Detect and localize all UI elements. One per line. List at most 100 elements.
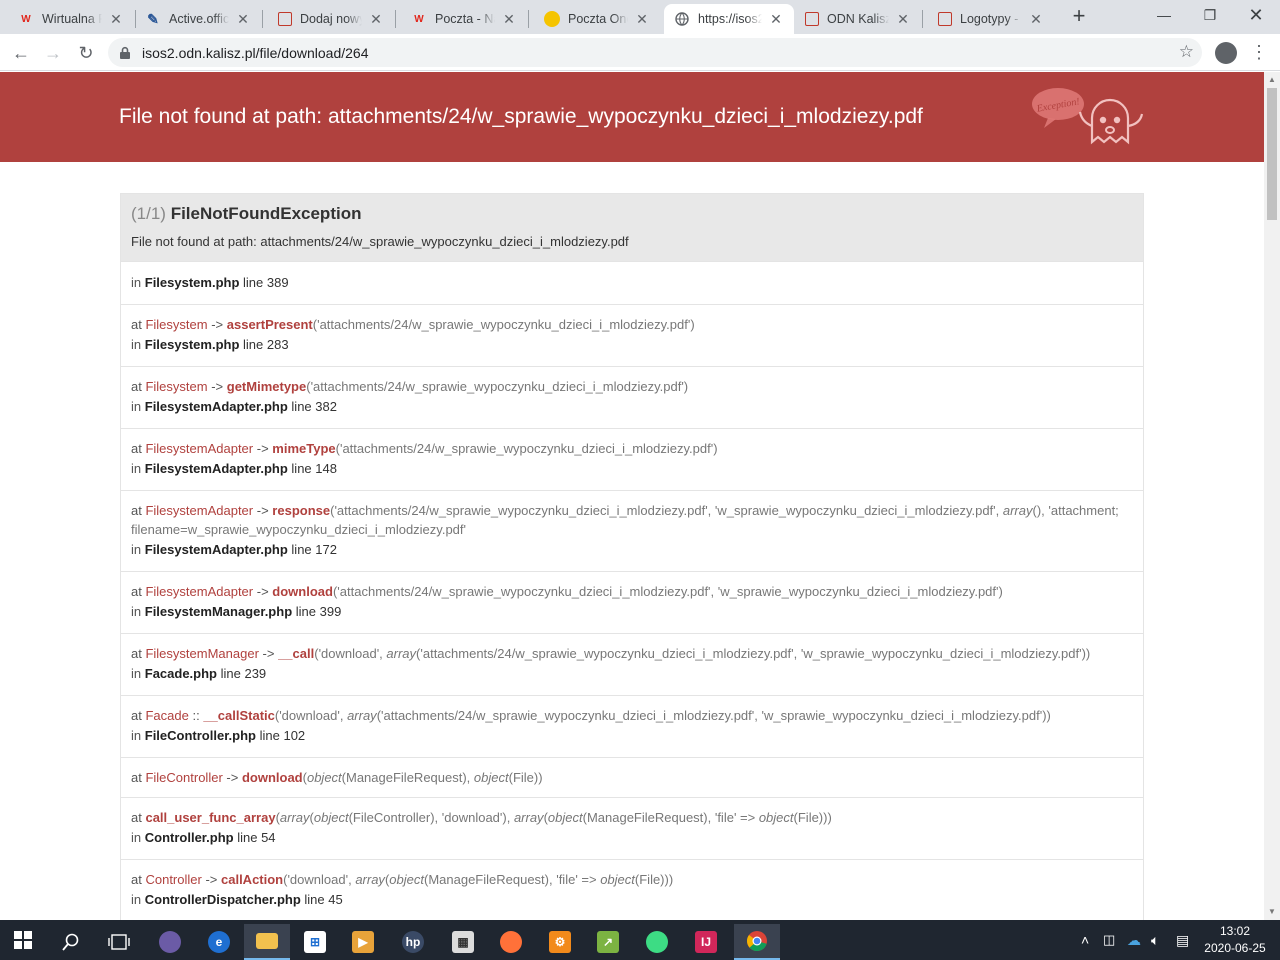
spreadsheet-app-icon[interactable]: ↗	[585, 924, 631, 960]
file-explorer-icon[interactable]	[244, 924, 290, 960]
scroll-down-icon[interactable]: ▼	[1267, 907, 1277, 917]
hp-icon[interactable]: hp	[390, 924, 436, 960]
tab-close-icon[interactable]: ✕	[235, 11, 251, 27]
browser-tab[interactable]: Poczta Onet ✕	[534, 4, 660, 34]
frame-args: (array(object(FileController), 'download…	[275, 810, 832, 825]
show-hidden-icons-icon[interactable]: ˄	[1081, 920, 1089, 960]
address-bar[interactable]: isos2.odn.kalisz.pl/file/download/264 ☆	[108, 38, 1202, 67]
browser-tab[interactable]: Logotypy - M ✕	[928, 4, 1054, 34]
frame-separator: ->	[205, 872, 218, 887]
frame-class[interactable]: Controller	[145, 872, 201, 887]
frame-class[interactable]: Filesystem	[145, 379, 207, 394]
tab-close-icon[interactable]: ✕	[108, 11, 124, 27]
tab-separator	[262, 10, 263, 28]
browser-tab[interactable]: W Wirtualna Po ✕	[8, 4, 134, 34]
profile-avatar-icon[interactable]	[1215, 42, 1237, 64]
browser-tab[interactable]: ✎ Active.office ✕	[135, 4, 261, 34]
chrome-icon[interactable]	[734, 924, 780, 960]
frame-function[interactable]: assertPresent	[227, 317, 313, 332]
hyper-terminal-icon[interactable]	[147, 924, 193, 960]
frame-file[interactable]: FilesystemAdapter.php	[145, 399, 288, 414]
edge-browser-icon[interactable]: e	[196, 924, 242, 960]
tab-title: https://isos2	[698, 12, 762, 26]
at-label: at	[131, 770, 142, 785]
url-text[interactable]: isos2.odn.kalisz.pl/file/download/264	[142, 45, 368, 61]
network-icon[interactable]: ◫	[1103, 920, 1115, 960]
windows-taskbar: e ⊞ ▶ hp ▦ ⚙ ↗ IJ ˄ ◫ ☁ 🔈︎ ▤ 13:02 2020-…	[0, 920, 1280, 960]
frame-args: ('attachments/24/w_sprawie_wypoczynku_dz…	[306, 379, 689, 394]
taskbar-clock[interactable]: 13:02 2020-06-25	[1200, 923, 1270, 957]
tab-close-icon[interactable]: ✕	[634, 11, 650, 27]
browser-tab[interactable]: W Poczta - Naj ✕	[401, 4, 527, 34]
task-view-icon[interactable]	[96, 924, 142, 960]
frame-function[interactable]: call_user_func_array	[145, 810, 275, 825]
in-label: in	[131, 337, 142, 352]
at-label: at	[131, 646, 142, 661]
scrollbar-thumb[interactable]	[1267, 88, 1277, 220]
restore-button[interactable]: ❐	[1187, 0, 1233, 30]
frame-file[interactable]: Controller.php	[145, 830, 234, 845]
frame-function[interactable]: getMimetype	[227, 379, 306, 394]
frame-call: at FilesystemAdapter -> download('attach…	[131, 582, 1133, 601]
lock-icon[interactable]	[118, 46, 132, 60]
action-center-icon[interactable]: ▤	[1176, 920, 1189, 960]
search-icon[interactable]	[48, 924, 94, 960]
tab-separator	[922, 10, 923, 28]
frame-class[interactable]: FilesystemManager	[145, 646, 258, 661]
frame-function[interactable]: mimeType	[272, 441, 335, 456]
media-player-icon[interactable]: ▶	[340, 924, 386, 960]
settings-gear-icon[interactable]: ⚙	[537, 924, 583, 960]
start-windows-icon[interactable]	[0, 922, 46, 958]
frame-file[interactable]: FileController.php	[145, 728, 256, 743]
frame-function[interactable]: __call	[278, 646, 314, 661]
tab-close-icon[interactable]: ✕	[768, 11, 784, 27]
browser-tab[interactable]: Dodaj nowy ✕	[268, 4, 394, 34]
frame-file[interactable]: FilesystemAdapter.php	[145, 542, 288, 557]
frame-function[interactable]: __callStatic	[203, 708, 275, 723]
minimize-button[interactable]: —	[1141, 0, 1187, 30]
tab-separator	[395, 10, 396, 28]
frame-file[interactable]: Filesystem.php	[145, 337, 240, 352]
frame-class[interactable]: FilesystemAdapter	[145, 584, 253, 599]
frame-class[interactable]: FileController	[145, 770, 222, 785]
frame-class[interactable]: Facade	[145, 708, 188, 723]
frame-function[interactable]: download	[242, 770, 303, 785]
frame-class[interactable]: FilesystemAdapter	[145, 441, 253, 456]
menu-kebab-icon[interactable]: ⋮	[1250, 40, 1268, 64]
frame-class[interactable]: FilesystemAdapter	[145, 503, 253, 518]
tab-close-icon[interactable]: ✕	[368, 11, 384, 27]
frame-line: line 239	[220, 666, 267, 681]
store-icon[interactable]: ⊞	[292, 924, 338, 960]
frame-file[interactable]: Facade.php	[145, 666, 217, 681]
browser-tab[interactable]: ODN Kalisz - ✕	[795, 4, 921, 34]
tab-close-icon[interactable]: ✕	[895, 11, 911, 27]
frame-function[interactable]: callAction	[221, 872, 283, 887]
volume-icon[interactable]: 🔈︎	[1151, 920, 1159, 960]
onedrive-cloud-icon[interactable]: ☁	[1127, 920, 1141, 960]
frame-function[interactable]: response	[272, 503, 330, 518]
tab-title: Poczta Onet	[568, 12, 628, 26]
frame-file[interactable]: FilesystemAdapter.php	[145, 461, 288, 476]
tab-close-icon[interactable]: ✕	[501, 11, 517, 27]
vertical-scrollbar[interactable]: ▲ ▼	[1264, 72, 1280, 920]
android-studio-icon[interactable]	[634, 924, 680, 960]
calculator-icon[interactable]: ▦	[440, 924, 486, 960]
back-button[interactable]: ←	[8, 40, 34, 66]
frame-file[interactable]: Filesystem.php	[145, 275, 240, 290]
frame-class[interactable]: Filesystem	[145, 317, 207, 332]
page-viewport: File not found at path: attachments/24/w…	[0, 72, 1264, 920]
frame-file[interactable]: ControllerDispatcher.php	[145, 892, 301, 907]
forward-button[interactable]: →	[40, 40, 66, 66]
intellij-icon[interactable]: IJ	[683, 924, 729, 960]
frame-file[interactable]: FilesystemManager.php	[145, 604, 292, 619]
reload-button[interactable]: ↻	[73, 40, 99, 66]
close-window-button[interactable]: ✕	[1233, 0, 1279, 30]
tab-close-icon[interactable]: ✕	[1028, 11, 1044, 27]
frame-function[interactable]: download	[272, 584, 333, 599]
new-tab-button[interactable]: +	[1068, 5, 1090, 28]
scroll-up-icon[interactable]: ▲	[1267, 75, 1277, 85]
browser-tab[interactable]: https://isos2 ✕	[664, 4, 794, 34]
clock-date: 2020-06-25	[1204, 941, 1266, 955]
bookmark-star-icon[interactable]: ☆	[1179, 42, 1194, 62]
firefox-icon[interactable]	[488, 924, 534, 960]
